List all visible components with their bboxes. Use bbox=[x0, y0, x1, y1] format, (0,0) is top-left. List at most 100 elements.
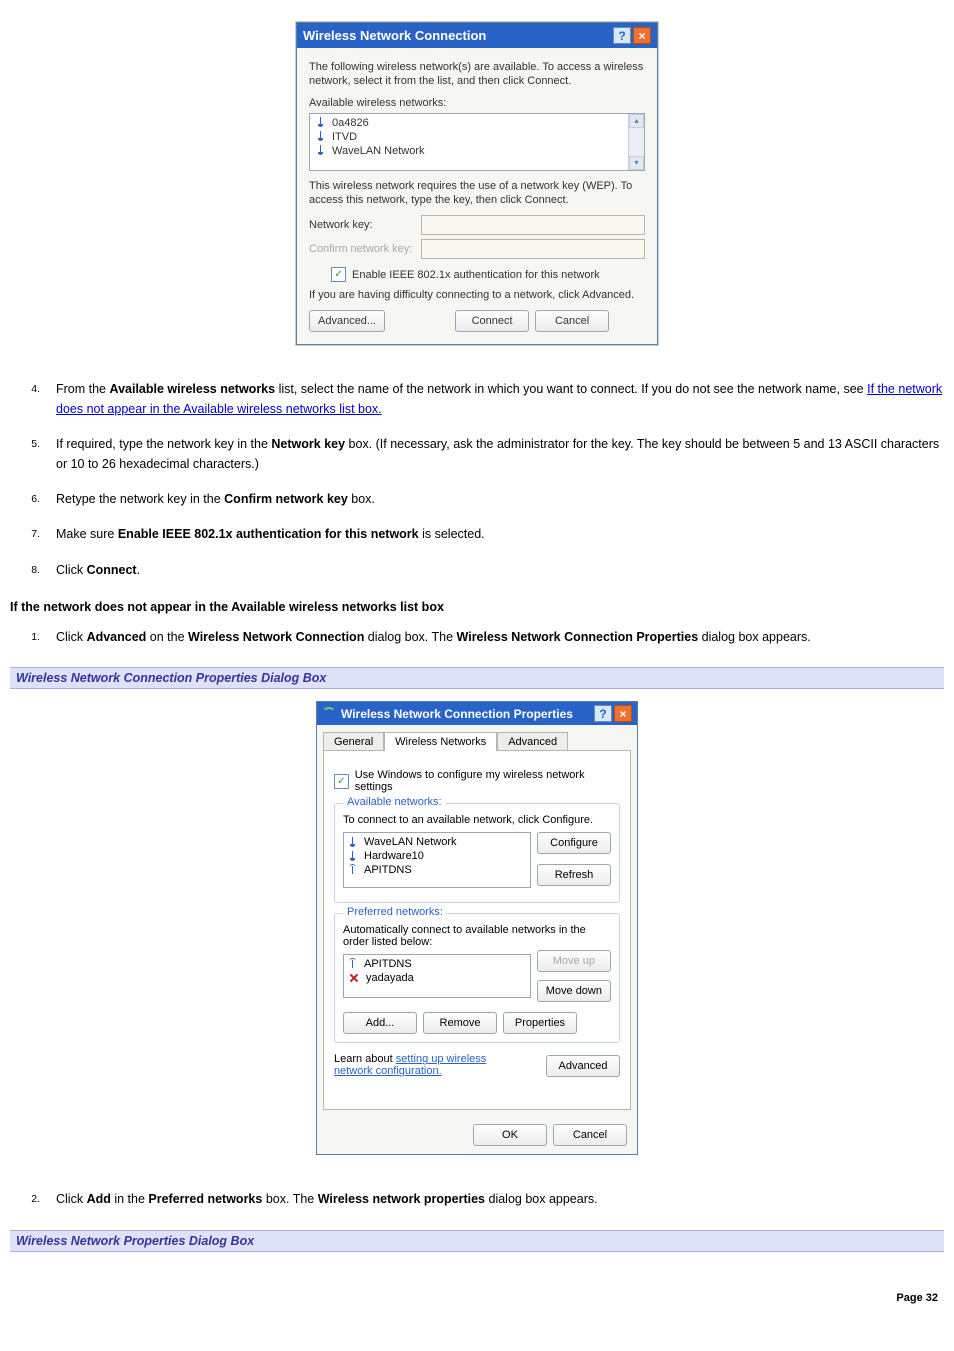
title-bar: Wireless Network Connection Properties ?… bbox=[317, 702, 637, 725]
advanced-button[interactable]: Advanced... bbox=[309, 310, 385, 332]
list-item[interactable]: APITDNS bbox=[346, 863, 528, 877]
preferred-hint: Automatically connect to available netwo… bbox=[343, 924, 611, 948]
list-item[interactable]: ITVD bbox=[314, 130, 628, 144]
available-networks-listbox[interactable]: WaveLAN Network Hardware10 APITDNS bbox=[343, 832, 531, 888]
learn-text: Learn about bbox=[334, 1053, 396, 1065]
move-up-button[interactable]: Move up bbox=[537, 950, 611, 972]
help-button[interactable]: ? bbox=[594, 705, 612, 722]
list-item[interactable]: 0a4826 bbox=[314, 116, 628, 130]
close-icon: × bbox=[619, 707, 626, 721]
title-bar-buttons: ? × bbox=[613, 27, 651, 44]
network-name: APITDNS bbox=[364, 864, 412, 876]
signal-icon bbox=[348, 851, 358, 862]
bold-text: Network key bbox=[271, 437, 345, 451]
wifi-icon bbox=[322, 707, 336, 721]
use-windows-checkbox[interactable]: ✓ bbox=[334, 774, 349, 789]
page-number: Page 32 bbox=[10, 1292, 944, 1304]
preferred-networks-listbox[interactable]: APITDNS yadayada bbox=[343, 954, 531, 998]
step-8: 8. Click Connect. bbox=[44, 561, 944, 580]
button-label: Advanced... bbox=[318, 315, 376, 327]
text: From the bbox=[56, 382, 110, 396]
network-name: yadayada bbox=[366, 972, 414, 984]
text: box. bbox=[348, 492, 375, 506]
scroll-up-icon[interactable]: ▴ bbox=[629, 114, 644, 128]
text: Retype the network key in the bbox=[56, 492, 224, 506]
button-label: Properties bbox=[515, 1017, 565, 1029]
list-item[interactable]: WaveLAN Network bbox=[346, 835, 528, 849]
enable-ieee-checkbox[interactable]: ✓ bbox=[331, 267, 346, 282]
properties-button[interactable]: Properties bbox=[503, 1012, 577, 1034]
text: dialog box appears. bbox=[698, 630, 811, 644]
available-networks-listbox[interactable]: 0a4826 ITVD WaveLAN Network ▴ ▾ bbox=[309, 113, 645, 171]
list-item[interactable]: Hardware10 bbox=[346, 849, 528, 863]
bold-text: Preferred networks bbox=[148, 1192, 262, 1206]
close-button[interactable]: × bbox=[614, 705, 632, 722]
cancel-button[interactable]: Cancel bbox=[535, 310, 609, 332]
network-name: APITDNS bbox=[364, 958, 412, 970]
bold-text: Confirm network key bbox=[224, 492, 348, 506]
text: on the bbox=[146, 630, 188, 644]
step-4: 4. From the Available wireless networks … bbox=[44, 380, 944, 419]
confirm-network-key-label: Confirm network key: bbox=[309, 243, 421, 255]
bold-text: Wireless Network Connection Properties bbox=[457, 630, 699, 644]
text: Click bbox=[56, 630, 87, 644]
bold-text: Wireless network properties bbox=[318, 1192, 485, 1206]
scroll-down-icon[interactable]: ▾ bbox=[629, 156, 644, 170]
refresh-button[interactable]: Refresh bbox=[537, 864, 611, 886]
network-name: ITVD bbox=[332, 131, 357, 143]
configure-button[interactable]: Configure bbox=[537, 832, 611, 854]
step-6: 6. Retype the network key in the Confirm… bbox=[44, 490, 944, 509]
ok-button[interactable]: OK bbox=[473, 1124, 547, 1146]
figure-wireless-connection-dialog: Wireless Network Connection ? × The foll… bbox=[10, 22, 944, 345]
signal-icon bbox=[316, 117, 326, 128]
move-down-button[interactable]: Move down bbox=[537, 980, 611, 1002]
title-bar: Wireless Network Connection ? × bbox=[297, 23, 657, 48]
tab-bar: General Wireless Networks Advanced bbox=[317, 725, 637, 750]
intro-text: The following wireless network(s) are av… bbox=[309, 60, 645, 89]
step-1b: 1. Click Advanced on the Wireless Networ… bbox=[44, 628, 944, 647]
cancel-button[interactable]: Cancel bbox=[553, 1124, 627, 1146]
tab-general[interactable]: General bbox=[323, 732, 384, 751]
button-label: Cancel bbox=[555, 315, 589, 327]
step-number: 6. bbox=[20, 491, 40, 507]
help-button[interactable]: ? bbox=[613, 27, 631, 44]
tab-wireless-networks[interactable]: Wireless Networks bbox=[384, 732, 497, 751]
tab-content: ✓ Use Windows to configure my wireless n… bbox=[323, 750, 631, 1110]
confirm-network-key-input[interactable] bbox=[421, 239, 645, 259]
connect-button[interactable]: Connect bbox=[455, 310, 529, 332]
step-7: 7. Make sure Enable IEEE 802.1x authenti… bbox=[44, 525, 944, 544]
text: list, select the name of the network in … bbox=[275, 382, 867, 396]
button-label: Add... bbox=[366, 1017, 395, 1029]
network-key-input[interactable] bbox=[421, 215, 645, 235]
list-item[interactable]: yadayada bbox=[346, 971, 528, 985]
network-name: WaveLAN Network bbox=[364, 836, 457, 848]
instruction-list-a: 4. From the Available wireless networks … bbox=[10, 380, 944, 580]
signal-icon bbox=[316, 131, 326, 142]
step-number: 8. bbox=[20, 562, 40, 578]
remove-button[interactable]: Remove bbox=[423, 1012, 497, 1034]
add-button[interactable]: Add... bbox=[343, 1012, 417, 1034]
group-available-networks: Available networks: To connect to an ava… bbox=[334, 803, 620, 903]
list-item[interactable]: WaveLAN Network bbox=[314, 144, 628, 158]
button-label: OK bbox=[502, 1129, 518, 1141]
step-number: 7. bbox=[20, 526, 40, 542]
text: box. The bbox=[262, 1192, 317, 1206]
scrollbar[interactable]: ▴ ▾ bbox=[628, 114, 644, 170]
group-title: Available networks: bbox=[343, 796, 446, 808]
text: Click bbox=[56, 1192, 87, 1206]
tab-advanced[interactable]: Advanced bbox=[497, 732, 568, 751]
step-number: 1. bbox=[20, 629, 40, 645]
dialog-wireless-connection-properties: Wireless Network Connection Properties ?… bbox=[316, 701, 638, 1155]
advanced-button[interactable]: Advanced bbox=[546, 1055, 620, 1077]
signal-icon bbox=[348, 837, 358, 848]
bold-text: Available wireless networks bbox=[110, 382, 276, 396]
list-item[interactable]: APITDNS bbox=[346, 957, 528, 971]
wep-hint-text: This wireless network requires the use o… bbox=[309, 179, 645, 208]
help-icon: ? bbox=[599, 707, 606, 721]
instruction-list-b: 1. Click Advanced on the Wireless Networ… bbox=[10, 628, 944, 647]
tab-label: General bbox=[334, 736, 373, 748]
network-key-label: Network key: bbox=[309, 219, 421, 231]
bold-text: Wireless Network Connection bbox=[188, 630, 364, 644]
group-title: Preferred networks: bbox=[343, 906, 447, 918]
close-button[interactable]: × bbox=[633, 27, 651, 44]
